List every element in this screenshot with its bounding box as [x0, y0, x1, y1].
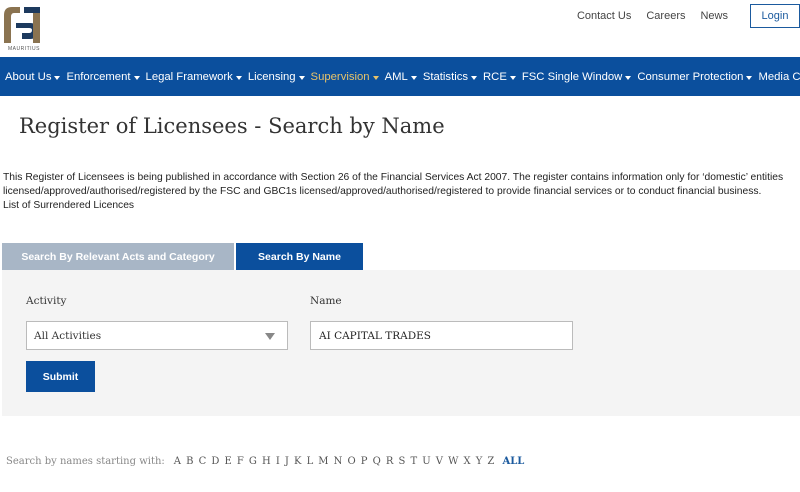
surrendered-licences-link[interactable]: List of Surrendered Licences [3, 199, 793, 213]
nav-item-about-us[interactable]: About Us [5, 70, 61, 83]
chevron-down-icon [372, 75, 379, 80]
login-button[interactable]: Login [750, 4, 800, 28]
intro-text: This Register of Licensees is being publ… [3, 171, 793, 213]
fsc-logo-icon [4, 7, 40, 43]
chevron-down-icon [54, 75, 61, 80]
letter-link[interactable]: B [186, 456, 193, 467]
nav-item-enforcement[interactable]: Enforcement [66, 70, 140, 83]
chevron-down-icon [298, 75, 305, 80]
careers-link[interactable]: Careers [646, 10, 685, 22]
nav-label: Consumer Protection [637, 70, 744, 83]
letter-link[interactable]: X [463, 456, 470, 467]
letter-link[interactable]: C [199, 456, 207, 467]
nav-label: Media Corner [758, 70, 800, 83]
chevron-down-icon [509, 75, 516, 80]
letter-link[interactable]: S [399, 456, 406, 467]
nav-item-legal-framework[interactable]: Legal Framework [146, 71, 242, 83]
activity-select[interactable]: All Activities [26, 321, 288, 350]
alphabet-label: Search by names starting with: [6, 456, 165, 467]
letter-link[interactable]: N [334, 456, 343, 467]
letter-link[interactable]: J [285, 456, 289, 467]
news-link[interactable]: News [700, 10, 728, 22]
letter-link[interactable]: T [410, 456, 417, 467]
top-header: MAURITIUS Contact Us Careers News Login [0, 0, 800, 57]
nav-item-consumer-protection[interactable]: Consumer Protection [637, 70, 753, 83]
activity-selected-value: All Activities [34, 329, 102, 342]
chevron-down-icon [133, 75, 140, 80]
contact-us-link[interactable]: Contact Us [577, 10, 631, 22]
nav-item-aml[interactable]: AML [385, 71, 417, 83]
nav-label: Supervision [310, 70, 370, 83]
chevron-down-icon [235, 75, 242, 80]
tab-search-by-acts[interactable]: Search By Relevant Acts and Category [2, 243, 234, 270]
letter-link[interactable]: P [361, 456, 368, 467]
letter-list: A B C D E F G H I J K L M N O P Q R S T … [174, 456, 500, 467]
letter-link[interactable]: H [262, 456, 271, 467]
letter-link[interactable]: D [211, 456, 219, 467]
nav-item-licensing[interactable]: Licensing [248, 71, 305, 83]
letter-link[interactable]: Z [487, 456, 494, 467]
chevron-down-icon [471, 75, 478, 80]
dropdown-arrow-icon [265, 333, 275, 340]
letter-link[interactable]: Q [373, 456, 381, 467]
nav-item-supervision[interactable]: Supervision [311, 71, 379, 83]
page-title: Register of Licensees - Search by Name [19, 114, 445, 138]
nav-item-fsc-single-window[interactable]: FSC Single Window [521, 70, 632, 83]
letter-link[interactable]: A [174, 456, 181, 467]
main-nav: About Us Enforcement Legal Framework Lic… [0, 57, 800, 96]
letter-link[interactable]: E [224, 456, 231, 467]
letter-link[interactable]: K [294, 456, 301, 467]
letter-link[interactable]: L [307, 456, 314, 467]
fsc-logo[interactable]: MAURITIUS [2, 3, 42, 53]
tab-search-by-name[interactable]: Search By Name [236, 243, 363, 270]
logo-text: MAURITIUS [8, 46, 40, 52]
letter-link[interactable]: G [249, 456, 257, 467]
intro-line: licensed/approved/authorised/registered … [3, 186, 762, 197]
letter-link[interactable]: I [276, 456, 280, 467]
letter-link[interactable]: U [422, 456, 430, 467]
chevron-down-icon [746, 75, 753, 80]
nav-label: Legal Framework [145, 70, 233, 83]
chevron-down-icon [410, 75, 417, 80]
letter-link[interactable]: R [386, 456, 394, 467]
alphabet-filter: Search by names starting with: A B C D E… [6, 456, 524, 467]
activity-label: Activity [26, 295, 67, 307]
nav-label: Enforcement [66, 70, 131, 83]
letter-all-link[interactable]: ALL [502, 456, 524, 467]
name-input[interactable] [310, 321, 573, 350]
nav-label: FSC Single Window [521, 70, 623, 83]
nav-label: RCE [483, 70, 507, 83]
intro-line: This Register of Licensees is being publ… [3, 172, 784, 183]
nav-item-media-corner[interactable]: Media Corner [758, 71, 800, 83]
letter-link[interactable]: O [347, 456, 355, 467]
search-form-panel: Activity Name All Activities Submit [2, 270, 800, 416]
nav-label: About Us [5, 70, 52, 83]
letter-link[interactable]: F [237, 456, 244, 467]
nav-label: Statistics [422, 70, 469, 83]
top-links: Contact Us Careers News [577, 10, 728, 22]
submit-button[interactable]: Submit [26, 361, 95, 392]
name-label: Name [310, 295, 342, 307]
nav-item-statistics[interactable]: Statistics [422, 70, 478, 83]
nav-item-rce[interactable]: RCE [483, 71, 516, 83]
letter-link[interactable]: V [436, 456, 443, 467]
nav-label: AML [384, 70, 408, 83]
chevron-down-icon [625, 75, 632, 80]
letter-link[interactable]: M [318, 456, 328, 467]
letter-link[interactable]: W [448, 456, 458, 467]
nav-label: Licensing [247, 70, 296, 83]
letter-link[interactable]: Y [476, 456, 483, 467]
